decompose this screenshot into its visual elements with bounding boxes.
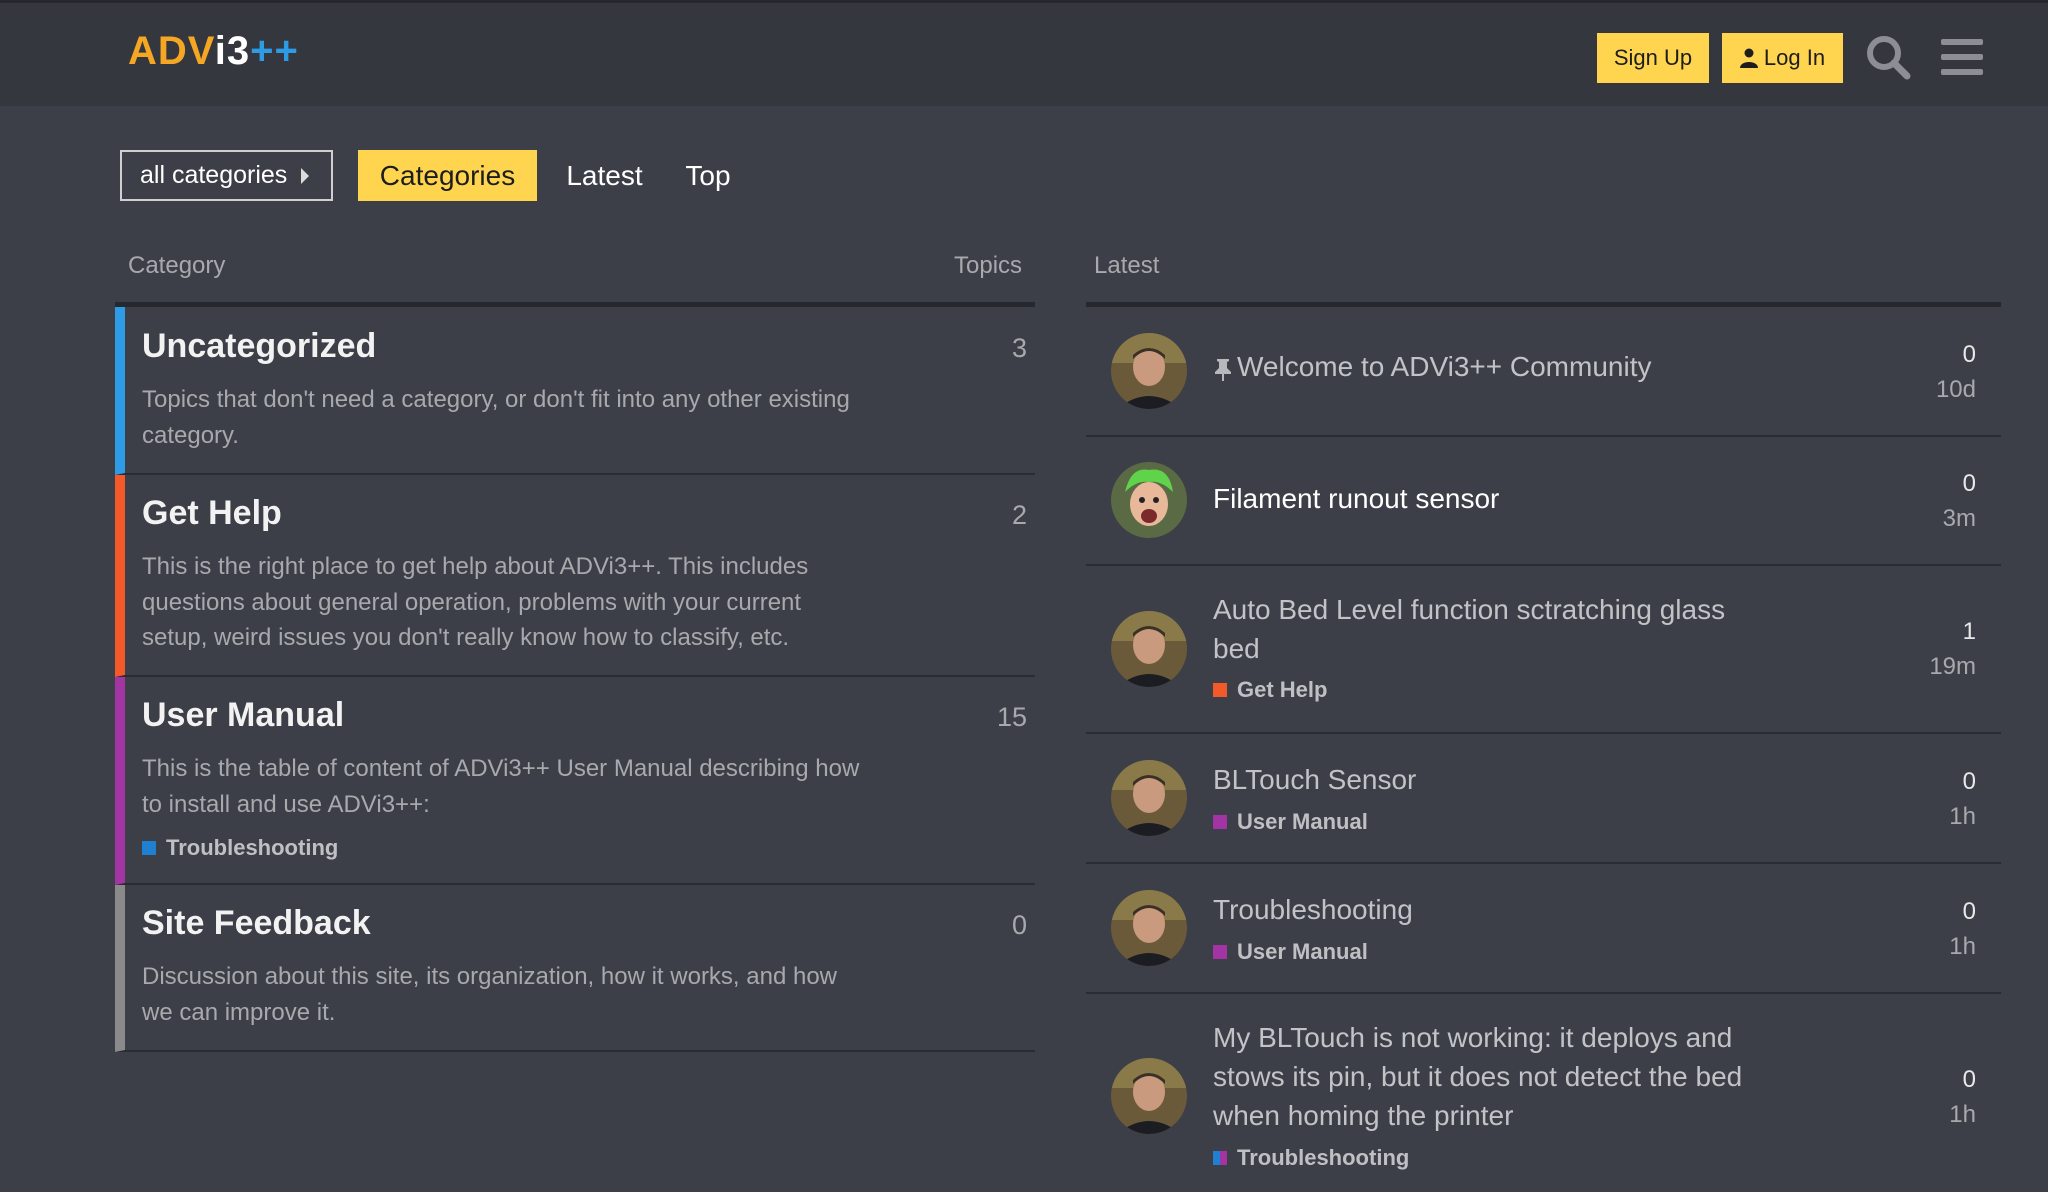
avatar[interactable] bbox=[1111, 462, 1187, 538]
topic-reply-count: 0 bbox=[1962, 341, 1976, 368]
topic-title-link[interactable]: My BLTouch is not working: it deploys an… bbox=[1213, 1018, 1773, 1135]
category-topic-count: 0 bbox=[1011, 910, 1027, 940]
topic-title-link[interactable]: Welcome to ADVi3++ Community bbox=[1213, 347, 1773, 386]
avatar[interactable] bbox=[1111, 760, 1187, 836]
sign-up-button[interactable]: Sign Up bbox=[1597, 33, 1709, 83]
category-description: This is the table of content of ADVi3++ … bbox=[142, 755, 860, 818]
topic-reply-count: 1 bbox=[1962, 618, 1976, 645]
topic-category-link[interactable]: User Manual bbox=[1213, 809, 1368, 835]
category-dropdown[interactable]: all categories bbox=[120, 150, 333, 201]
topic-row[interactable]: Auto Bed Level function sctratching glas… bbox=[1086, 566, 2001, 734]
topic-activity-age[interactable]: 3m bbox=[1943, 505, 1976, 533]
topic-title-link[interactable]: Troubleshooting bbox=[1213, 890, 1773, 929]
tab-categories[interactable]: Categories bbox=[358, 150, 537, 201]
category-description: Discussion about this site, its organiza… bbox=[142, 963, 838, 1026]
topic-activity-age[interactable]: 10d bbox=[1936, 376, 1976, 404]
category-column-header: Category bbox=[128, 252, 226, 279]
avatar[interactable] bbox=[1111, 890, 1187, 966]
category-title[interactable]: Site Feedback bbox=[142, 904, 371, 943]
category-row-uncategorized[interactable]: Uncategorized 3 Topics that don't need a… bbox=[115, 307, 1035, 475]
topics-column-header: Topics bbox=[954, 252, 1023, 279]
hamburger-menu-button[interactable] bbox=[1936, 31, 1988, 83]
pin-icon bbox=[1215, 358, 1231, 381]
category-color-badge bbox=[1213, 1151, 1220, 1165]
category-color-badge bbox=[142, 841, 156, 855]
topic-row[interactable]: Filament runout sensor 0 3m bbox=[1086, 437, 2001, 566]
topic-activity-age[interactable]: 1h bbox=[1949, 933, 1976, 961]
topic-activity-age[interactable]: 1h bbox=[1949, 803, 1976, 831]
user-icon bbox=[1739, 48, 1758, 68]
topic-category-link[interactable]: Get Help bbox=[1213, 677, 1327, 703]
category-row-site-feedback[interactable]: Site Feedback 0 Discussion about this si… bbox=[115, 885, 1035, 1052]
topic-reply-count: 0 bbox=[1962, 1066, 1976, 1093]
topic-reply-count: 0 bbox=[1962, 898, 1976, 925]
site-header: ADVi3++ Sign Up Log In bbox=[0, 0, 2048, 106]
search-button[interactable] bbox=[1862, 31, 1914, 83]
subcategory-link-troubleshooting[interactable]: Troubleshooting bbox=[142, 835, 338, 861]
topic-row[interactable]: Troubleshooting User Manual 0 1h bbox=[1086, 864, 2001, 994]
topic-reply-count: 0 bbox=[1962, 768, 1976, 795]
topic-row[interactable]: My BLTouch is not working: it deploys an… bbox=[1086, 994, 2001, 1192]
topic-activity-age[interactable]: 1h bbox=[1949, 1101, 1976, 1129]
search-icon bbox=[1867, 36, 1911, 80]
category-color-badge bbox=[1213, 815, 1227, 829]
topic-row[interactable]: Welcome to ADVi3++ Community 0 10d bbox=[1086, 307, 2001, 437]
parent-category-color-badge bbox=[1220, 1151, 1227, 1165]
caret-right-icon bbox=[301, 167, 310, 184]
latest-column-header: Latest bbox=[1094, 252, 1160, 279]
category-topic-count: 2 bbox=[1011, 500, 1027, 530]
topic-title-link[interactable]: Filament runout sensor bbox=[1213, 479, 1773, 518]
category-title[interactable]: User Manual bbox=[142, 696, 344, 735]
category-description: This is the right place to get help abou… bbox=[142, 553, 809, 651]
avatar[interactable] bbox=[1111, 333, 1187, 409]
tab-latest[interactable]: Latest bbox=[558, 150, 651, 201]
category-title[interactable]: Get Help bbox=[142, 494, 282, 533]
category-topic-count: 15 bbox=[996, 702, 1027, 732]
topic-category-link[interactable]: User Manual bbox=[1213, 939, 1368, 965]
topic-title-link[interactable]: BLTouch Sensor bbox=[1213, 760, 1773, 799]
category-description: Topics that don't need a category, or do… bbox=[142, 386, 850, 449]
category-title[interactable]: Uncategorized bbox=[142, 327, 376, 366]
hamburger-menu-icon bbox=[1941, 39, 1983, 75]
category-topic-count: 3 bbox=[1011, 333, 1027, 363]
topic-row[interactable]: BLTouch Sensor User Manual 0 1h bbox=[1086, 734, 2001, 864]
log-in-label: Log In bbox=[1763, 45, 1826, 70]
topic-activity-age[interactable]: 19m bbox=[1929, 653, 1976, 681]
category-color-badge bbox=[1213, 945, 1227, 959]
avatar[interactable] bbox=[1111, 1058, 1187, 1134]
topic-title-link[interactable]: Auto Bed Level function sctratching glas… bbox=[1213, 590, 1773, 668]
category-color-badge bbox=[1213, 683, 1227, 697]
category-row-user-manual[interactable]: User Manual 15 This is the table of cont… bbox=[115, 677, 1035, 885]
category-row-get-help[interactable]: Get Help 2 This is the right place to ge… bbox=[115, 475, 1035, 677]
site-logo[interactable]: ADVi3++ bbox=[128, 29, 299, 74]
topic-reply-count: 0 bbox=[1962, 470, 1976, 497]
log-in-button[interactable]: Log In bbox=[1722, 33, 1843, 83]
topic-category-link[interactable]: Troubleshooting bbox=[1213, 1145, 1409, 1171]
avatar[interactable] bbox=[1111, 611, 1187, 687]
tab-top[interactable]: Top bbox=[672, 150, 744, 201]
